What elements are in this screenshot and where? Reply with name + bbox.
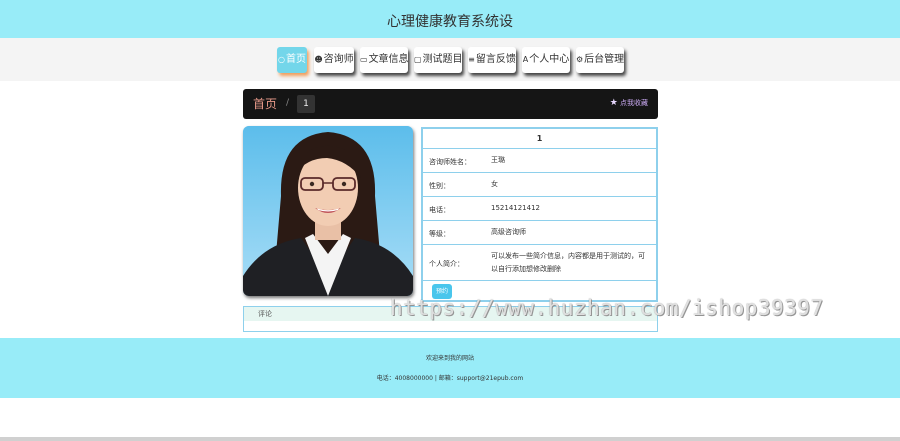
nav-label: 后台管理 xyxy=(584,54,625,65)
nav-counselors[interactable]: ☻咨询师 xyxy=(314,47,354,73)
nav-label: 测试题目 xyxy=(422,54,463,65)
message-icon: ▭ xyxy=(360,55,368,64)
settings-icon: ⚙ xyxy=(576,55,584,64)
row-label: 电话： xyxy=(429,206,450,214)
favorite-button[interactable]: ★ 点我收藏 xyxy=(610,98,648,108)
bottom-divider xyxy=(0,437,900,441)
row-value: 15214121412 xyxy=(491,204,540,212)
nav-profile[interactable]: A个人中心 xyxy=(522,47,570,73)
nav-label: 个人中心 xyxy=(529,54,570,65)
detail-row-name: 咨询师姓名： 王璐 xyxy=(423,149,656,173)
list-icon: ≡ xyxy=(468,55,475,64)
site-title: 心理健康教育系统设 xyxy=(387,14,513,30)
test-icon: ▢ xyxy=(414,55,422,64)
detail-row-intro: 个人简介： 可以发布一些简介信息，内容都是用于测试的，可以自行添加想修改删除 xyxy=(423,245,656,281)
footer-welcome: 欢迎来到我的网站 xyxy=(425,355,474,362)
row-value: 女 xyxy=(491,180,498,188)
nav-tests[interactable]: ▢测试题目 xyxy=(414,47,463,73)
nav-feedback[interactable]: ≡留言反馈 xyxy=(468,47,516,73)
main-nav: ○首页 ☻咨询师 ▭文章信息 ▢测试题目 ≡留言反馈 A个人中心 ⚙后台管理 xyxy=(0,38,900,81)
nav-label: 文章信息 xyxy=(368,54,409,65)
detail-row-phone: 电话： 15214121412 xyxy=(423,197,656,221)
nav-label: 咨询师 xyxy=(323,54,354,65)
row-value: 王璐 xyxy=(491,156,505,164)
counselor-photo xyxy=(243,126,413,296)
row-value: 可以发布一些简介信息，内容都是用于测试的，可以自行添加想修改删除 xyxy=(491,252,645,273)
watermark-text: https://www.huzhan.com/ishop39397 xyxy=(390,296,824,320)
counselor-detail-table: 1 咨询师姓名： 王璐 性别： 女 电话： 15214121412 等级： 高级… xyxy=(421,127,658,302)
star-icon: ★ xyxy=(609,98,618,108)
row-label: 性别： xyxy=(429,182,450,190)
top-header: 心理健康教育系统设 xyxy=(0,0,900,38)
detail-row-level: 等级： 高级咨询师 xyxy=(423,221,656,245)
nav-admin[interactable]: ⚙后台管理 xyxy=(576,47,624,73)
detail-title: 1 xyxy=(423,129,656,149)
nav-label: 留言反馈 xyxy=(475,54,516,65)
home-icon: ○ xyxy=(278,55,285,64)
footer-contact: 电话：4008000000 | 邮箱：support@21epub.com xyxy=(376,375,524,382)
breadcrumb-home[interactable]: 首页 xyxy=(253,95,277,112)
favorite-label: 点我收藏 xyxy=(620,99,648,107)
nav-articles[interactable]: ▭文章信息 xyxy=(360,47,409,73)
user-icon: ☻ xyxy=(314,55,323,64)
row-label: 个人简介： xyxy=(429,260,464,268)
breadcrumb-separator: / xyxy=(286,98,290,108)
portrait-image xyxy=(243,126,413,296)
footer: 欢迎来到我的网站 电话：4008000000 | 邮箱：support@21ep… xyxy=(0,338,900,398)
nav-home[interactable]: ○首页 xyxy=(277,47,307,73)
breadcrumb: 首页 / 1 ★ 点我收藏 xyxy=(243,89,658,119)
nav-label: 首页 xyxy=(285,54,306,65)
row-value: 高级咨询师 xyxy=(491,228,526,236)
row-label: 等级： xyxy=(429,230,450,238)
person-icon: A xyxy=(522,55,529,64)
row-label: 咨询师姓名： xyxy=(429,158,471,166)
detail-row-gender: 性别： 女 xyxy=(423,173,656,197)
breadcrumb-current: 1 xyxy=(297,95,315,113)
